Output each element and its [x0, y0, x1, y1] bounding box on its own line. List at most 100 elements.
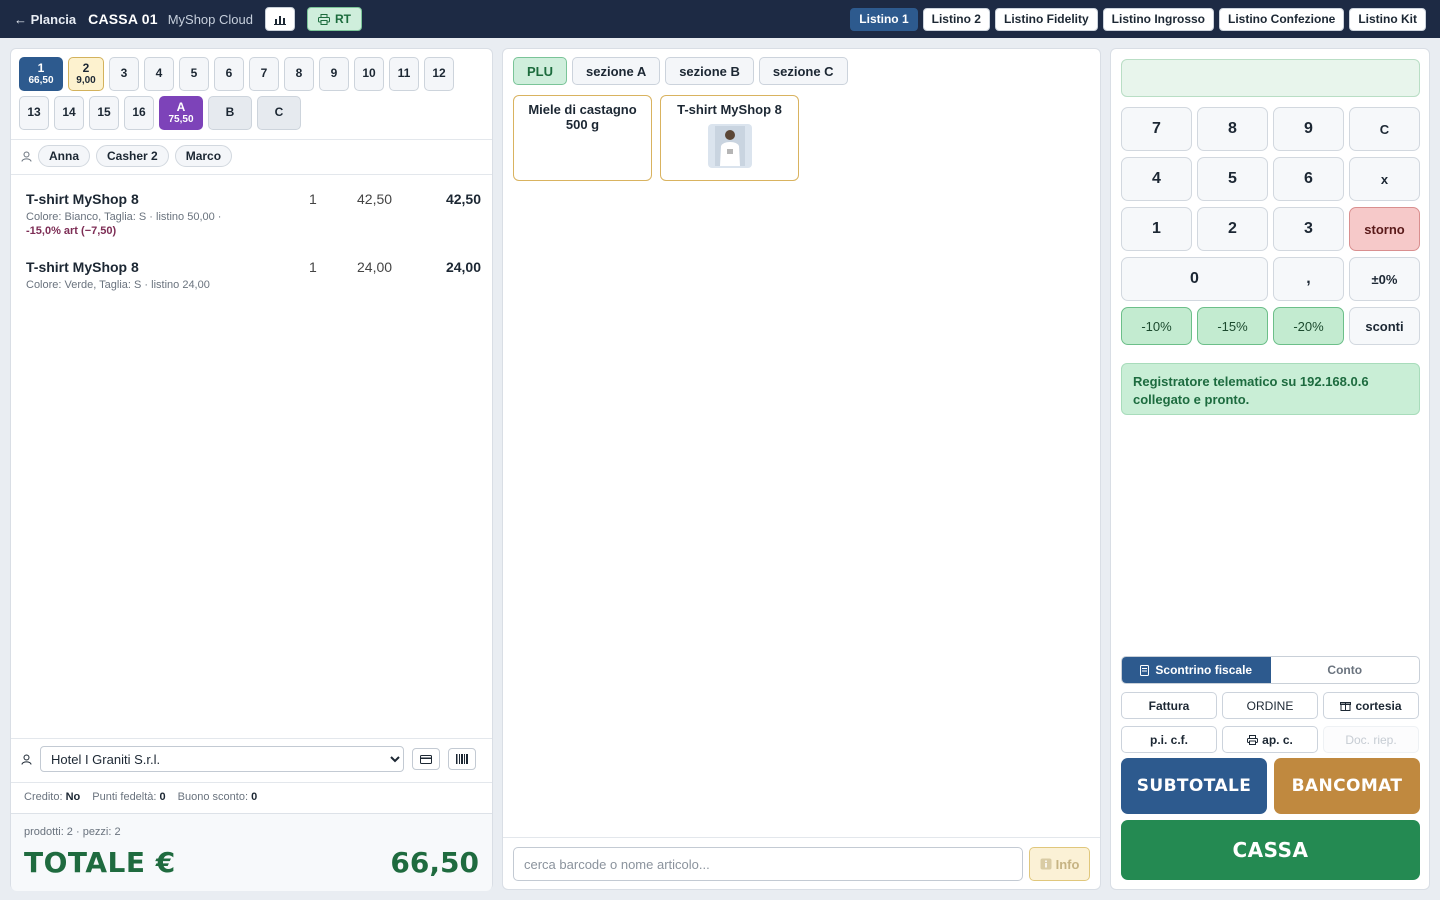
products-panel: PLU sezione A sezione B sezione C Miele … [502, 48, 1101, 890]
product-name: Miele di castagno 500 g [528, 102, 637, 132]
section-tab-b[interactable]: sezione B [665, 57, 754, 85]
printer-icon [1247, 734, 1259, 745]
table-button-10[interactable]: 10 [354, 57, 384, 91]
top-bar: ← Plancia CASSA 01 MyShop Cloud RT Listi… [0, 0, 1440, 38]
line-item-detail: Colore: Verde, Taglia: S · listino 24,00 [26, 279, 210, 291]
table-button-a[interactable]: A 75,50 [159, 96, 203, 130]
receipt-line[interactable]: T-shirt MyShop 8 1 24,00 24,00 Colore: V… [26, 259, 481, 295]
table-button-13[interactable]: 13 [19, 96, 49, 130]
table-selector: 1 66,50 2 9,00 3 4 5 6 7 8 9 10 11 12 13… [19, 57, 479, 135]
cashier-chip-marco[interactable]: Marco [174, 145, 233, 167]
table-button-12[interactable]: 12 [424, 57, 454, 91]
barcode-scan-button[interactable] [448, 748, 476, 770]
divider [11, 738, 492, 739]
back-to-dashboard-link[interactable]: ← Plancia [14, 12, 76, 27]
table-button-14[interactable]: 14 [54, 96, 84, 130]
key-4[interactable]: 4 [1121, 157, 1192, 201]
total-value: 66,50 [390, 846, 479, 879]
subtotal-button[interactable]: SUBTOTALE [1121, 758, 1267, 814]
percent-toggle-button[interactable]: ±0% [1349, 257, 1420, 301]
line-item-qty: 1 [309, 191, 317, 207]
key-9[interactable]: 9 [1273, 107, 1344, 151]
key-5[interactable]: 5 [1197, 157, 1268, 201]
table-button-3[interactable]: 3 [109, 57, 139, 91]
table-button-9[interactable]: 9 [319, 57, 349, 91]
discount-15-button[interactable]: -15% [1197, 307, 1268, 345]
line-item-qty: 1 [309, 259, 317, 275]
key-2[interactable]: 2 [1197, 207, 1268, 251]
tab-fiscal-receipt[interactable]: Scontrino fiscale [1122, 657, 1271, 683]
table-amount: 9,00 [76, 75, 96, 87]
order-button[interactable]: ORDINE [1222, 692, 1318, 719]
rt-printer-button[interactable]: RT [306, 7, 362, 31]
price-list-wholesale-tab[interactable]: Listino Ingrosso [1102, 7, 1214, 31]
invoice-button[interactable]: Fattura [1121, 692, 1217, 719]
table-amount: 66,50 [28, 75, 54, 87]
section-tab-a[interactable]: sezione A [572, 57, 661, 85]
receipt-line[interactable]: T-shirt MyShop 8 1 42,50 42,50 Colore: B… [26, 191, 481, 247]
points-info: Punti fedeltà: 0 [92, 791, 165, 803]
discounts-button[interactable]: sconti [1349, 307, 1420, 345]
table-number: 2 [82, 60, 90, 75]
customer-card-button[interactable] [412, 748, 440, 770]
stats-button[interactable] [264, 7, 295, 31]
table-button-b[interactable]: B [208, 96, 252, 130]
points-value: 0 [159, 791, 166, 803]
search-input[interactable] [513, 847, 1023, 881]
section-tab-plu[interactable]: PLU [513, 57, 567, 85]
section-tab-c[interactable]: sezione C [758, 57, 848, 85]
card-payment-button[interactable]: BANCOMAT [1274, 758, 1420, 814]
table-button-6[interactable]: 6 [214, 57, 244, 91]
key-7[interactable]: 7 [1121, 107, 1192, 151]
table-button-16[interactable]: 16 [124, 96, 154, 130]
vat-code-button[interactable]: p.i. c.f. [1121, 726, 1217, 753]
search-bar: Info [503, 837, 1100, 891]
tab-bill[interactable]: Conto [1271, 657, 1420, 683]
product-tile[interactable]: T-shirt MyShop 8 [660, 95, 799, 181]
cashier-chip-anna[interactable]: Anna [38, 145, 90, 167]
table-button-11[interactable]: 11 [389, 57, 419, 91]
key-1[interactable]: 1 [1121, 207, 1192, 251]
product-tile[interactable]: Miele di castagno 500 g [513, 95, 652, 181]
key-comma[interactable]: , [1273, 257, 1344, 301]
voucher-label: Buono sconto: [177, 791, 249, 803]
summary-document-button[interactable]: Doc. riep. [1323, 726, 1419, 753]
divider [11, 174, 492, 175]
table-button-5[interactable]: 5 [179, 57, 209, 91]
card-icon [420, 754, 432, 764]
table-button-15[interactable]: 15 [89, 96, 119, 130]
divider [11, 139, 492, 140]
table-button-4[interactable]: 4 [144, 57, 174, 91]
info-button[interactable]: Info [1029, 847, 1090, 881]
key-multiply[interactable]: x [1349, 157, 1420, 201]
price-list-2-tab[interactable]: Listino 2 [922, 7, 990, 31]
price-list-tabs: Listino 1 Listino 2 Listino Fidelity Lis… [850, 7, 1426, 31]
courtesy-button[interactable]: cortesia [1323, 692, 1419, 719]
info-label: Info [1055, 856, 1080, 872]
key-0[interactable]: 0 [1121, 257, 1268, 301]
key-8[interactable]: 8 [1197, 107, 1268, 151]
table-button-c[interactable]: C [257, 96, 301, 130]
table-button-2[interactable]: 2 9,00 [68, 57, 104, 91]
register-title: CASSA 01 [88, 11, 158, 27]
open-drawer-button[interactable]: ap. c. [1222, 726, 1318, 753]
storno-button[interactable]: storno [1349, 207, 1420, 251]
cashier-chip-casher-2[interactable]: Casher 2 [96, 145, 169, 167]
table-button-1[interactable]: 1 66,50 [19, 57, 63, 91]
table-button-8[interactable]: 8 [284, 57, 314, 91]
price-list-package-tab[interactable]: Listino Confezione [1219, 7, 1345, 31]
cash-payment-button[interactable]: CASSA [1121, 820, 1420, 880]
table-button-7[interactable]: 7 [249, 57, 279, 91]
key-clear[interactable]: C [1349, 107, 1420, 151]
cashier-selector: Anna Casher 2 Marco [21, 145, 233, 167]
price-list-1-tab[interactable]: Listino 1 [850, 7, 918, 31]
key-6[interactable]: 6 [1273, 157, 1344, 201]
customer-select[interactable]: Hotel I Graniti S.r.l. [40, 746, 404, 772]
key-3[interactable]: 3 [1273, 207, 1344, 251]
price-list-kit-tab[interactable]: Listino Kit [1349, 7, 1426, 31]
line-item-price: 42,50 [357, 191, 393, 207]
barcode-icon [456, 754, 468, 764]
price-list-fidelity-tab[interactable]: Listino Fidelity [994, 7, 1098, 31]
discount-20-button[interactable]: -20% [1273, 307, 1344, 345]
discount-10-button[interactable]: -10% [1121, 307, 1192, 345]
